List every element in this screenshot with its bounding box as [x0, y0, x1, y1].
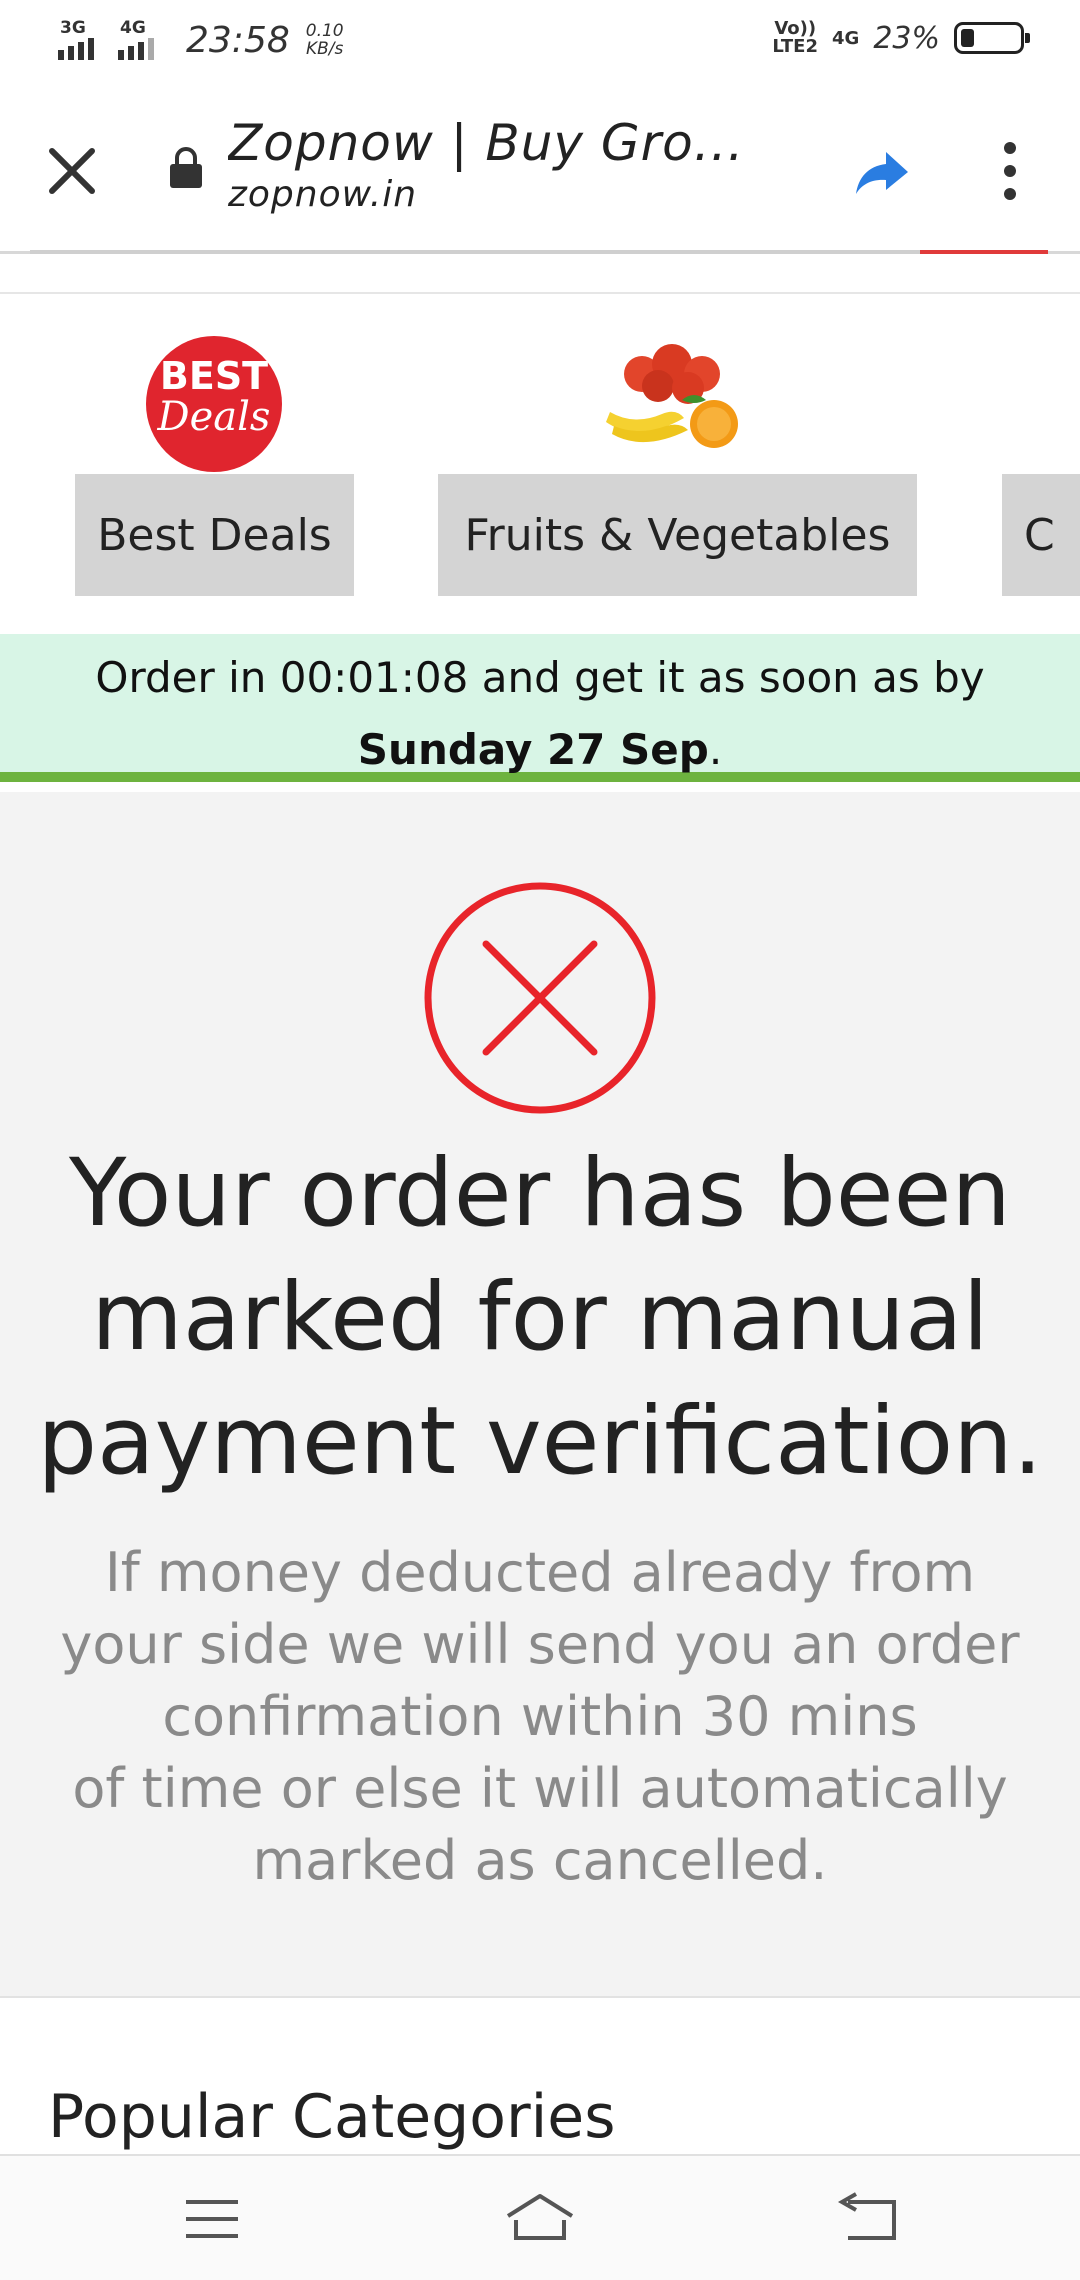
order-status-panel: Your order has been marked for manual pa…: [0, 792, 1080, 1998]
fruits-vegetables-image: [606, 344, 738, 448]
status-headline: Your order has been marked for manual pa…: [37, 1139, 1043, 1496]
network-speed-unit: KB/s: [305, 39, 344, 59]
menu-nav-button[interactable]: [172, 2186, 252, 2252]
popular-categories-section: Popular Categories: [0, 2000, 1080, 2154]
popular-categories-heading: Popular Categories: [48, 2082, 616, 2152]
status-description: If money deducted already from your side…: [40, 1537, 1040, 1897]
status-right: Vo)) LTE2 4G 23%: [772, 20, 1030, 56]
sim1-type: 3G: [60, 18, 86, 38]
status-left: 3G 4G 23:58 0.10 KB/s: [58, 18, 344, 62]
search-button-edge: [920, 250, 1048, 254]
battery-fill: [961, 29, 974, 47]
page-url: zopnow.in: [228, 174, 418, 215]
category-best-deals[interactable]: Best Deals: [75, 474, 354, 596]
system-nav-bar: [0, 2154, 1080, 2280]
best-deals-icon: BEST Deals: [146, 336, 282, 472]
menu-dot-icon: [1004, 164, 1016, 177]
back-icon: [837, 2192, 896, 2240]
close-icon: [49, 148, 95, 194]
lock-icon: [168, 146, 204, 190]
badge-line-1: BEST: [159, 354, 269, 398]
category-carousel[interactable]: BEST Deals Best Deals Fruits & Vegetable…: [0, 294, 1080, 634]
category-next[interactable]: C: [1002, 474, 1080, 596]
battery-icon: [954, 22, 1030, 54]
menu-dot-icon: [1004, 188, 1016, 201]
share-button[interactable]: [852, 142, 912, 202]
page-title: Zopnow | Buy Gro...: [228, 114, 745, 172]
error-x-icon: [424, 882, 656, 1114]
delivery-date: Sunday 27 Sep: [357, 725, 709, 774]
order-delivery-banner: Order in 00:01:08 and get it as soon as …: [0, 634, 1080, 782]
menu-dot-icon: [1004, 141, 1016, 154]
search-bar-edge: [30, 250, 920, 254]
status-description-line-1: If money deducted already from your side…: [60, 1541, 1020, 1748]
volte-indicator: Vo)) LTE2: [772, 20, 818, 56]
status-bar: 3G 4G 23:58 0.10 KB/s Vo)) LTE2 4G 23%: [0, 0, 1080, 84]
network-speed: 0.10 KB/s: [306, 22, 344, 58]
address-bar[interactable]: Zopnow | Buy Gro... zopnow.in: [228, 114, 788, 215]
network-type: 4G: [832, 27, 860, 49]
status-description-line-2: of time or else it will automatically ma…: [72, 1757, 1008, 1892]
order-countdown-text: Order in 00:01:08 and get it as soon as …: [95, 653, 985, 702]
back-nav-button[interactable]: [828, 2186, 908, 2252]
home-icon: [506, 2194, 574, 2240]
battery-percent: 23%: [873, 20, 940, 56]
menu-icon: [186, 2200, 238, 2238]
sim2-type: 4G: [120, 18, 146, 38]
sim2-signal-icon: 4G: [118, 18, 168, 62]
badge-line-2: Deals: [157, 394, 271, 440]
overflow-menu-button[interactable]: [990, 136, 1030, 206]
share-icon: [856, 152, 908, 194]
browser-toolbar: Zopnow | Buy Gro... zopnow.in: [0, 84, 1080, 254]
home-nav-button[interactable]: [500, 2186, 580, 2252]
category-fruits-vegetables[interactable]: Fruits & Vegetables: [438, 474, 917, 596]
clock: 23:58: [186, 19, 290, 61]
order-banner-suffix: .: [708, 725, 723, 774]
network-speed-value: 0.10: [305, 21, 344, 41]
close-button[interactable]: [40, 139, 104, 203]
sim1-signal-icon: 3G: [58, 18, 108, 62]
lte-label: LTE2: [772, 36, 818, 57]
